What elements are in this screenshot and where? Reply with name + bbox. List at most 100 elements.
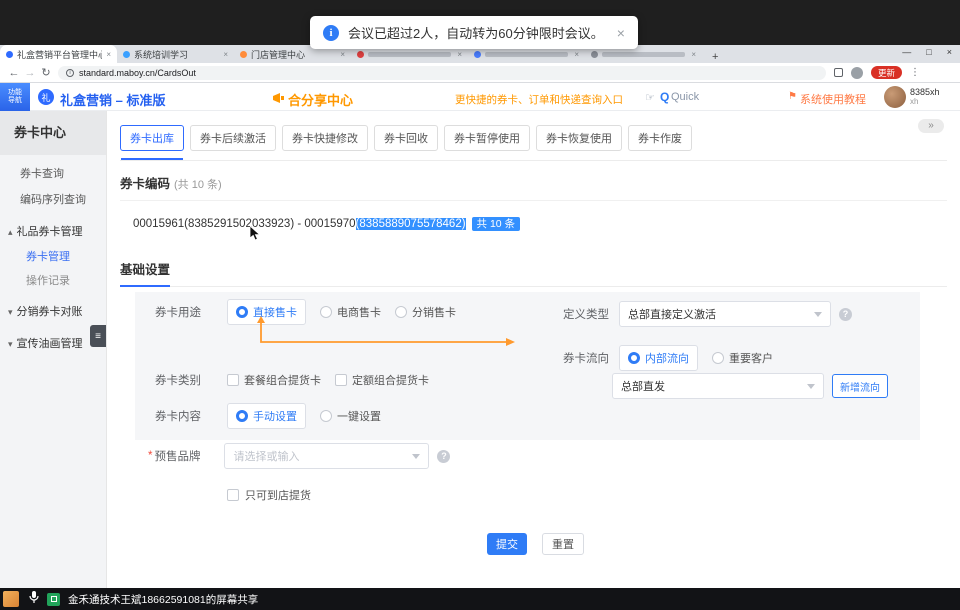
tab-card-recycle[interactable]: 券卡回收 bbox=[374, 125, 438, 151]
chevron-down-icon bbox=[412, 454, 420, 459]
quick-search-label[interactable]: Quick bbox=[671, 91, 699, 103]
codes-title: 券卡编码 bbox=[120, 177, 170, 191]
tab-title: 门店管理中心 bbox=[251, 48, 336, 61]
checkbox-combo-card[interactable]: 套餐组合提货卡 bbox=[227, 372, 321, 388]
window-maximize-icon[interactable]: □ bbox=[926, 47, 931, 57]
presale-brand-label: 预售品牌 bbox=[154, 448, 200, 464]
checkbox-icon bbox=[335, 374, 347, 386]
favicon bbox=[357, 51, 364, 58]
tab-close-icon[interactable]: × bbox=[340, 50, 345, 59]
checkbox-icon bbox=[227, 489, 239, 501]
select-value: 总部直接定义激活 bbox=[628, 306, 716, 322]
radio-important-customer[interactable]: 重要客户 bbox=[712, 350, 773, 366]
info-icon: i bbox=[323, 25, 339, 41]
profile-avatar-icon[interactable] bbox=[851, 67, 863, 79]
usage-label: 券卡用途 bbox=[155, 304, 205, 320]
tab-title-placeholder bbox=[602, 52, 685, 57]
select-placeholder: 请选择或输入 bbox=[233, 448, 299, 464]
sidebar-title: 券卡中心 bbox=[0, 111, 106, 155]
forward-icon[interactable]: → bbox=[22, 67, 38, 79]
radio-manual-setup[interactable]: 手动设置 bbox=[227, 403, 306, 429]
sidebar-item-card-query[interactable]: 券卡查询 bbox=[0, 161, 106, 187]
submit-button[interactable]: 提交 bbox=[487, 533, 527, 555]
close-icon[interactable]: × bbox=[617, 25, 625, 41]
back-icon[interactable]: ← bbox=[6, 67, 22, 79]
browser-tab[interactable]: 系统培训学习 × bbox=[117, 45, 234, 63]
microphone-icon[interactable] bbox=[29, 590, 39, 609]
tutorial-link[interactable]: 系统使用教程 bbox=[800, 91, 866, 107]
window-close-icon[interactable]: × bbox=[947, 47, 952, 57]
tab-card-void[interactable]: 券卡作废 bbox=[628, 125, 692, 151]
tutorial-flag-icon: ⚑ bbox=[788, 91, 797, 102]
option-label: 重要客户 bbox=[729, 350, 773, 366]
tab-close-icon[interactable]: × bbox=[223, 50, 228, 59]
browser-menu-icon[interactable]: ⋮ bbox=[910, 67, 920, 78]
option-label: 手动设置 bbox=[253, 408, 297, 424]
help-icon[interactable]: ? bbox=[437, 450, 450, 463]
tab-title-placeholder bbox=[368, 52, 451, 57]
sidebar-group-label: 分销券卡对账 bbox=[17, 306, 83, 318]
window-minimize-icon[interactable]: — bbox=[902, 47, 911, 57]
required-asterisk: * bbox=[148, 450, 152, 462]
sidebar-collapse-handle[interactable]: ≡ bbox=[90, 325, 106, 347]
codes-prefix: 00015961(8385291502033923) - 00015970 bbox=[133, 218, 356, 230]
nav-toggle-line2: 导航 bbox=[8, 97, 22, 105]
add-flow-button[interactable]: 新增流向 bbox=[832, 374, 888, 398]
sidebar-group-label: 宣传油画管理 bbox=[17, 338, 83, 350]
tab-card-resume[interactable]: 券卡恢复使用 bbox=[536, 125, 622, 151]
option-label: 一键设置 bbox=[337, 408, 381, 424]
browser-toolbar: ← → ↻ i standard.maboy.cn/CardsOut 更新 ⋮ bbox=[0, 63, 960, 83]
card-action-tabs: 券卡出库 券卡后续激活 券卡快捷修改 券卡回收 券卡暂停使用 券卡恢复使用 券卡… bbox=[120, 125, 947, 161]
reload-icon[interactable]: ↻ bbox=[38, 66, 54, 79]
flow-select[interactable]: 总部直发 bbox=[612, 373, 824, 399]
tab-card-out[interactable]: 券卡出库 bbox=[120, 125, 184, 151]
caret-down-icon: ▾ bbox=[8, 307, 13, 317]
tab-card-activate[interactable]: 券卡后续激活 bbox=[190, 125, 276, 151]
radio-one-click-setup[interactable]: 一键设置 bbox=[320, 408, 381, 424]
radio-icon bbox=[236, 410, 248, 422]
user-avatar[interactable] bbox=[884, 86, 906, 108]
tab-close-icon[interactable]: × bbox=[691, 50, 696, 59]
caret-up-icon: ▴ bbox=[8, 227, 13, 237]
nav-toggle-button[interactable]: 功能 导航 bbox=[0, 83, 30, 111]
quick-search-icon[interactable]: Q bbox=[660, 90, 669, 104]
app-header: 功能 导航 礼 礼盒营销 – 标准版 合分享中心 更快捷的券卡、订单和快递查询入… bbox=[0, 83, 960, 111]
tab-close-icon[interactable]: × bbox=[106, 50, 111, 59]
address-bar[interactable]: i standard.maboy.cn/CardsOut bbox=[58, 66, 826, 80]
tab-close-icon[interactable]: × bbox=[457, 50, 462, 59]
tab-card-quick-edit[interactable]: 券卡快捷修改 bbox=[282, 125, 368, 151]
sidebar-item-serial-query[interactable]: 编码序列查询 bbox=[0, 187, 106, 213]
option-label: 套餐组合提货卡 bbox=[244, 372, 321, 388]
sidebar-group-distribution[interactable]: ▾ 分销券卡对账 bbox=[0, 299, 106, 325]
url-text: standard.maboy.cn/CardsOut bbox=[79, 68, 196, 78]
codes-count: (共 10 条) bbox=[174, 179, 222, 191]
new-tab-button[interactable]: + bbox=[708, 51, 722, 63]
checkbox-fixed-combo-card[interactable]: 定额组合提货卡 bbox=[335, 372, 429, 388]
site-info-icon[interactable]: i bbox=[66, 69, 74, 77]
browser-tab-active[interactable]: 礼盒营销平台管理中心 × bbox=[0, 45, 117, 63]
reset-button[interactable]: 重置 bbox=[542, 533, 584, 555]
define-type-select[interactable]: 总部直接定义激活 bbox=[619, 301, 831, 327]
caret-down-icon: ▾ bbox=[8, 339, 13, 349]
extensions-icon[interactable] bbox=[834, 68, 843, 77]
toast-message: 会议已超过2人，自动转为60分钟限时会议。 bbox=[348, 23, 604, 42]
sidebar-item-card-manage[interactable]: 券卡管理 bbox=[0, 245, 106, 269]
tab-card-pause[interactable]: 券卡暂停使用 bbox=[444, 125, 530, 151]
main-content: » 券卡出库 券卡后续激活 券卡快捷修改 券卡回收 券卡暂停使用 券卡恢复使用 … bbox=[107, 111, 960, 588]
user-name: 8385xh bbox=[910, 87, 940, 97]
tab-close-icon[interactable]: × bbox=[574, 50, 579, 59]
browser-update-button[interactable]: 更新 bbox=[871, 66, 902, 79]
radio-internal-flow[interactable]: 内部流向 bbox=[619, 345, 698, 371]
sidebar-item-op-record[interactable]: 操作记录 bbox=[0, 269, 106, 293]
card-codes-range: 00015961(8385291502033923) - 00015970(83… bbox=[133, 216, 520, 231]
codes-count-badge: 共 10 条 bbox=[472, 217, 521, 231]
meeting-toast: i 会议已超过2人，自动转为60分钟限时会议。 × bbox=[310, 16, 638, 49]
screen-share-bar: 金禾通技术王斌18662591081的屏幕共享 bbox=[0, 588, 960, 610]
sidebar-group-gift-cards[interactable]: ▴礼品券卡管理 bbox=[0, 219, 106, 245]
help-icon[interactable]: ? bbox=[839, 308, 852, 321]
divider bbox=[120, 200, 947, 201]
share-app-icon[interactable] bbox=[47, 593, 60, 606]
store-only-row[interactable]: 只可到店提货 bbox=[227, 487, 311, 503]
share-center-link[interactable]: 合分享中心 bbox=[288, 90, 353, 109]
presale-brand-select[interactable]: 请选择或输入 bbox=[224, 443, 429, 469]
